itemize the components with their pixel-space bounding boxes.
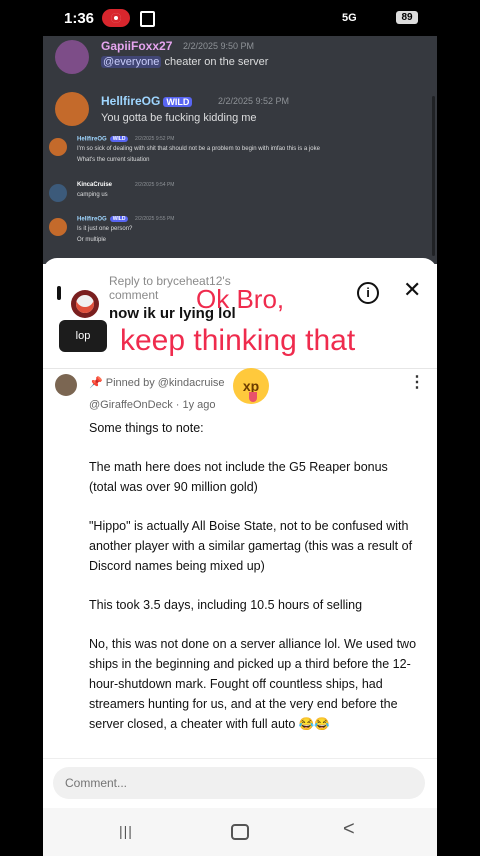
- username: HellfireOG WILD: [77, 136, 129, 143]
- reply-avatar: [71, 290, 99, 318]
- sheet-edge-mark: [57, 286, 61, 300]
- squinting-tongue-emoji-icon: xp: [233, 368, 269, 404]
- screen-record-icon[interactable]: [102, 9, 130, 27]
- username: HellfireOG WILD: [77, 216, 129, 223]
- commenter-avatar[interactable]: [55, 374, 77, 396]
- user-avatar: [49, 218, 67, 236]
- message-text: I'm so sick of dealing with shit that sh…: [77, 146, 320, 152]
- user-avatar: [49, 184, 67, 202]
- timestamp: 2/2/2025 9:50 PM: [183, 41, 255, 51]
- screenshot-icon: [140, 11, 155, 27]
- comment-handle[interactable]: @GiraffeOnDeck · 1y ago: [89, 399, 216, 411]
- user-avatar: [49, 138, 67, 156]
- close-icon[interactable]: ✕: [403, 278, 421, 302]
- message-text: You gotta be fucking kidding me: [101, 112, 257, 124]
- comment-paragraph: No, this was not done on a server allian…: [89, 637, 417, 731]
- tiktok-screen: GapiiFoxx27 2/2/2025 9:50 PM @everyone c…: [43, 36, 437, 856]
- recent-apps-icon[interactable]: |||: [119, 823, 133, 839]
- discord-screenshot: GapiiFoxx27 2/2/2025 9:50 PM @everyone c…: [43, 36, 437, 264]
- divider: [43, 368, 437, 369]
- comment-paragraph: Some things to note:: [89, 421, 204, 435]
- user-avatar: [55, 40, 89, 74]
- pin-icon: 📌: [89, 377, 106, 389]
- back-icon[interactable]: <: [343, 818, 355, 841]
- comment-paragraph: This took 3.5 days, including 10.5 hours…: [89, 598, 363, 612]
- comments-sheet: lop Reply to bryceheat12's comment now i…: [43, 258, 437, 856]
- message-text: camping us: [77, 192, 108, 198]
- role-badge: WILD: [109, 136, 129, 142]
- message-text: What's the current situation: [77, 157, 150, 163]
- timestamp: 2/2/2025 9:52 PM: [218, 96, 290, 106]
- username: HellfireOG WILD: [101, 94, 193, 108]
- overlay-caption-line1: Ok Bro,: [196, 284, 285, 314]
- overlay-caption-line2: keep thinking that: [120, 324, 356, 357]
- mention: @everyone: [101, 56, 162, 68]
- user-avatar: [55, 92, 89, 126]
- timestamp: 2/2/2025 9:54 PM: [135, 182, 175, 188]
- timestamp: 2/2/2025 9:55 PM: [135, 216, 175, 222]
- status-bar: 1:36 5G 89: [0, 0, 480, 36]
- timestamp: 2/2/2025 9:52 PM: [135, 136, 175, 142]
- username: GapiiFoxx27: [101, 39, 173, 53]
- username: KincaCruise: [77, 182, 113, 188]
- pinned-label: 📌 Pinned by @kindacruise: [89, 377, 225, 389]
- message-text: Is it just one person?: [77, 226, 133, 232]
- comment-body: Some things to note: The math here does …: [89, 418, 419, 753]
- comment-input[interactable]: [53, 767, 425, 799]
- role-badge: WILD: [163, 96, 193, 107]
- comment-paragraph: "Hippo" is actually All Boise State, not…: [89, 519, 413, 573]
- clock: 1:36: [64, 10, 95, 27]
- battery-indicator: 89: [396, 11, 418, 24]
- role-badge: WILD: [109, 216, 129, 222]
- network-indicator: 5G: [342, 12, 357, 24]
- discord-scrollbar: [432, 96, 435, 256]
- comment-bar: [43, 758, 437, 809]
- message-text: Or multiple: [77, 237, 107, 243]
- info-icon[interactable]: i: [357, 282, 379, 304]
- more-options-icon[interactable]: ⋮: [409, 375, 425, 391]
- comment-paragraph: The math here does not include the G5 Re…: [89, 460, 388, 494]
- message-text: @everyone cheater on the server: [101, 56, 269, 68]
- android-nav-bar: ||| <: [43, 808, 437, 856]
- home-icon[interactable]: [231, 824, 249, 840]
